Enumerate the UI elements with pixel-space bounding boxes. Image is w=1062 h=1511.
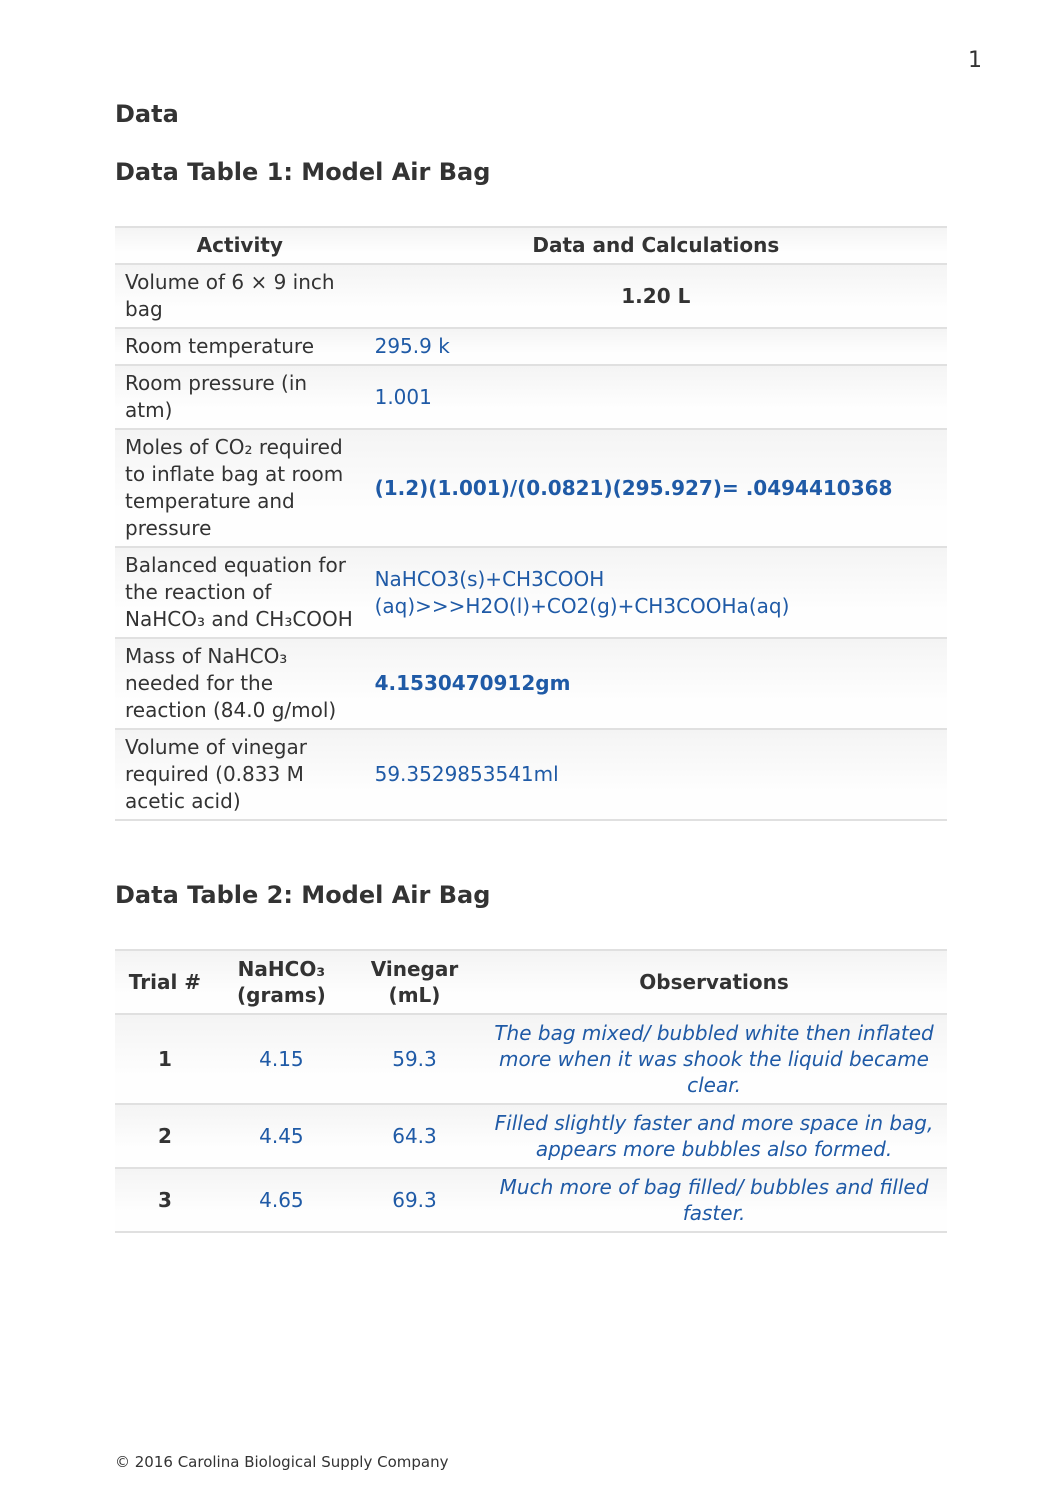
trial-nahco3: 4.45: [215, 1105, 348, 1169]
trial-observation: The bag mixed/ bubbled white then inflat…: [481, 1015, 947, 1105]
copyright-footer: © 2016 Carolina Biological Supply Compan…: [115, 1453, 947, 1471]
table1-row-value: 1.20 L: [365, 265, 947, 329]
table1-row-activity: Volume of 6 × 9 inch bag: [115, 265, 365, 329]
table1-header-activity: Activity: [115, 226, 365, 265]
table1-row-activity: Mass of NaHCO₃ needed for the reaction (…: [115, 639, 365, 730]
header-text: (grams): [237, 983, 326, 1007]
table1-row-value: 59.3529853541ml: [365, 730, 947, 821]
table1-row-activity: Room pressure (in atm): [115, 366, 365, 430]
table-row: 3 4.65 69.3 Much more of bag filled/ bub…: [115, 1169, 947, 1233]
trial-observation: Filled slightly faster and more space in…: [481, 1105, 947, 1169]
trial-nahco3: 4.65: [215, 1169, 348, 1233]
page-number: 1: [968, 48, 982, 73]
table1-row-value: 4.1530470912gm: [365, 639, 947, 730]
table-row: 2 4.45 64.3 Filled slightly faster and m…: [115, 1105, 947, 1169]
table-row: 1 4.15 59.3 The bag mixed/ bubbled white…: [115, 1015, 947, 1105]
table2-header-trial: Trial #: [115, 949, 215, 1015]
trial-number: 3: [115, 1169, 215, 1233]
trial-observation: Much more of bag filled/ bubbles and fil…: [481, 1169, 947, 1233]
table2-title: Data Table 2: Model Air Bag: [115, 881, 947, 909]
trial-vinegar: 69.3: [348, 1169, 481, 1233]
section-heading-data: Data: [115, 100, 947, 128]
table2-header-nahco3: NaHCO₃ (grams): [215, 949, 348, 1015]
header-text: (mL): [389, 983, 441, 1007]
table1-row-value: NaHCO3(s)+CH3COOH (aq)>>>H2O(l)+CO2(g)+C…: [365, 548, 947, 639]
table1-row-activity: Moles of CO₂ required to inflate bag at …: [115, 430, 365, 548]
table1-row-value: 295.9 k: [365, 329, 947, 366]
table1-row-value: (1.2)(1.001)/(0.0821)(295.927)= .0494410…: [365, 430, 947, 548]
table1-header-data: Data and Calculations: [365, 226, 947, 265]
data-table-1: Activity Data and Calculations Volume of…: [115, 226, 947, 821]
trial-number: 2: [115, 1105, 215, 1169]
trial-nahco3: 4.15: [215, 1015, 348, 1105]
table2-header-observations: Observations: [481, 949, 947, 1015]
table1-title: Data Table 1: Model Air Bag: [115, 158, 947, 186]
header-text: Vinegar: [371, 957, 458, 981]
table1-row-value: 1.001: [365, 366, 947, 430]
trial-number: 1: [115, 1015, 215, 1105]
table1-row-activity: Volume of vinegar required (0.833 M acet…: [115, 730, 365, 821]
table2-header-vinegar: Vinegar (mL): [348, 949, 481, 1015]
data-table-2: Trial # NaHCO₃ (grams) Vinegar (mL) Obse…: [115, 949, 947, 1233]
header-text: NaHCO₃: [238, 957, 325, 981]
trial-vinegar: 59.3: [348, 1015, 481, 1105]
trial-vinegar: 64.3: [348, 1105, 481, 1169]
table1-row-activity: Balanced equation for the reaction of Na…: [115, 548, 365, 639]
table1-row-activity: Room temperature: [115, 329, 365, 366]
